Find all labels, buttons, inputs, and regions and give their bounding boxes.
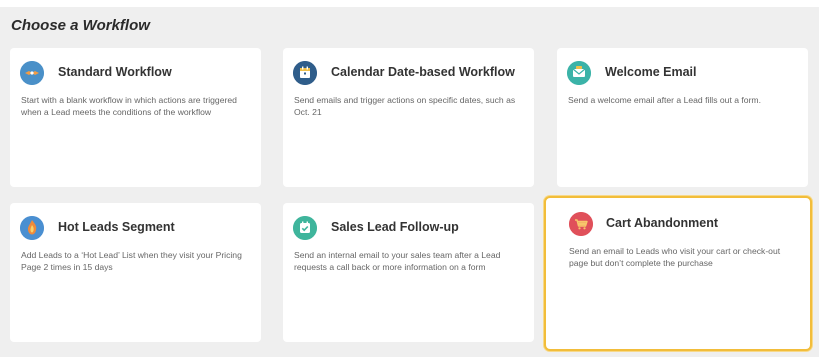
hot-leads-icon	[20, 216, 44, 240]
card-description: Add Leads to a ‘Hot Lead’ List when they…	[21, 250, 242, 273]
card-hot-leads-segment[interactable]: Hot Leads Segment Add Leads to a ‘Hot Le…	[10, 203, 261, 342]
card-description: Start with a blank workflow in which act…	[21, 95, 237, 118]
card-title: Standard Workflow	[58, 65, 172, 79]
standard-workflow-icon	[20, 61, 44, 85]
page-title: Choose a Workflow	[11, 17, 150, 34]
card-description: Send an internal email to your sales tea…	[294, 250, 501, 273]
card-description: Send a welcome email after a Lead fills …	[568, 95, 761, 105]
card-standard-workflow[interactable]: Standard Workflow Start with a blank wor…	[10, 48, 261, 187]
follow-up-icon	[293, 216, 317, 240]
card-description: Send emails and trigger actions on speci…	[294, 95, 516, 118]
card-welcome-email[interactable]: Welcome Email Send a welcome email after…	[557, 48, 808, 187]
card-cart-abandonment[interactable]: Cart Abandonment Send an email to Leads …	[544, 196, 812, 351]
card-title: Sales Lead Follow-up	[331, 220, 459, 234]
workflow-chooser-panel: Choose a Workflow Standard Workflow Star…	[0, 7, 819, 357]
card-title: Calendar Date-based Workflow	[331, 65, 515, 79]
card-title: Welcome Email	[605, 65, 697, 79]
calendar-icon	[293, 61, 317, 85]
card-calendar-workflow[interactable]: Calendar Date-based Workflow Send emails…	[283, 48, 534, 187]
card-title: Hot Leads Segment	[58, 220, 175, 234]
card-description: Send an email to Leads who visit your ca…	[569, 246, 781, 269]
cart-icon	[569, 212, 593, 236]
card-title: Cart Abandonment	[606, 216, 719, 230]
card-sales-lead-follow-up[interactable]: Sales Lead Follow-up Send an internal em…	[283, 203, 534, 342]
welcome-email-icon	[567, 61, 591, 85]
